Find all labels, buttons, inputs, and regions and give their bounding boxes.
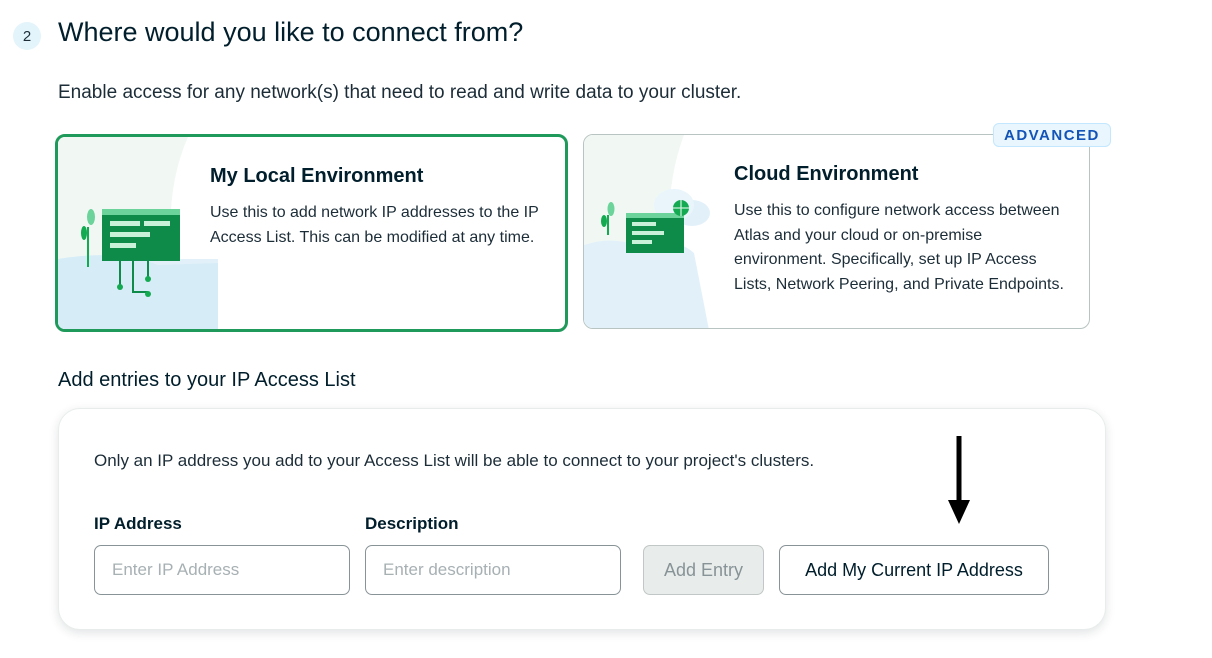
description-label: Description xyxy=(365,514,459,533)
ip-address-input[interactable] xyxy=(94,545,350,595)
local-environment-title: My Local Environment xyxy=(210,165,424,187)
step-number-badge: 2 xyxy=(13,22,41,50)
ip-address-label: IP Address xyxy=(94,514,182,533)
add-entry-button[interactable]: Add Entry xyxy=(643,545,764,595)
access-list-section-title: Add entries to your IP Access List xyxy=(58,369,356,391)
network-circuit-icon xyxy=(58,137,218,329)
cloud-environment-description: Use this to configure network access bet… xyxy=(734,202,1064,293)
step-subtitle: Enable access for any network(s) that ne… xyxy=(58,82,742,103)
cloud-environment-title: Cloud Environment xyxy=(734,163,919,185)
step-title: Where would you like to connect from? xyxy=(58,17,524,47)
local-environment-card[interactable]: My Local Environment Use this to add net… xyxy=(55,134,568,332)
access-list-note: Only an IP address you add to your Acces… xyxy=(94,451,815,470)
cloud-network-icon xyxy=(584,135,710,328)
down-arrow-icon xyxy=(948,436,970,524)
cloud-environment-card[interactable]: Cloud Environment Use this to configure … xyxy=(583,134,1090,329)
description-input[interactable] xyxy=(365,545,621,595)
advanced-badge: ADVANCED xyxy=(993,123,1111,147)
add-current-ip-button[interactable]: Add My Current IP Address xyxy=(779,545,1049,595)
local-environment-description: Use this to add network IP addresses to … xyxy=(210,204,539,246)
